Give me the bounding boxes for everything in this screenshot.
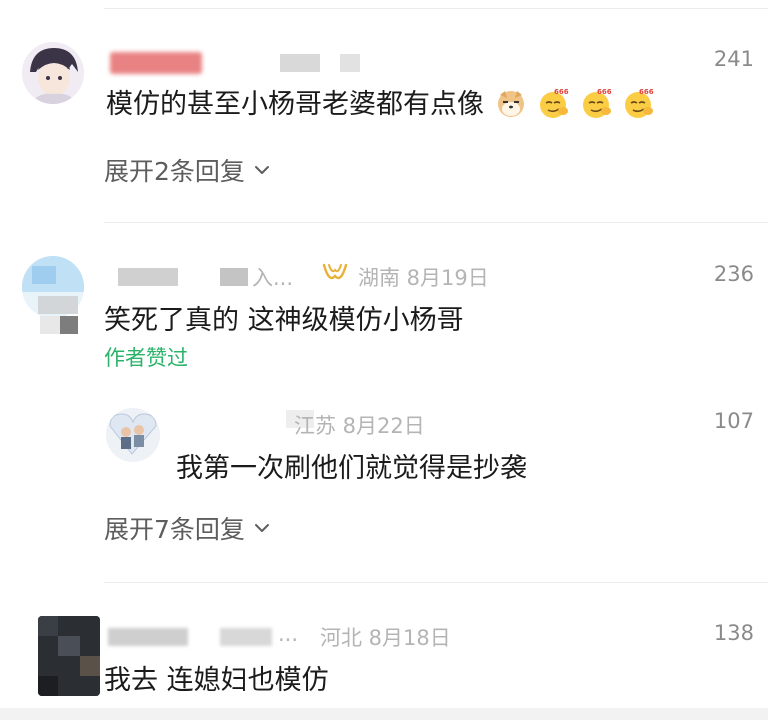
comment-3-text: 我去 连媳妇也模仿: [104, 665, 329, 696]
comment-2-username-redacted-1[interactable]: [118, 268, 178, 286]
comment-2-location-date: 湖南 8月19日: [358, 266, 489, 290]
fan-badge-icon: [322, 263, 348, 280]
comment-2-like-count: 236: [713, 262, 754, 286]
comment-3-username-redacted-1[interactable]: [108, 628, 188, 646]
comment-2-username-tail: 入...: [252, 266, 294, 290]
smirk-666-emoji-icon: 666: [540, 88, 569, 118]
avatar-dark-mosaic-image: [38, 616, 100, 696]
comment-3-avatar[interactable]: [38, 616, 100, 696]
comment-3-username-tail: ...: [278, 622, 299, 646]
smirk-666-emoji-icon: 666: [625, 88, 654, 118]
comment-2-mosaic-3: [40, 316, 60, 334]
comment-1-username-redacted[interactable]: [110, 52, 202, 74]
author-liked-badge: 作者赞过: [104, 346, 188, 370]
comment-divider-1: [104, 222, 768, 223]
comment-3-location-date: 河北 8月18日: [320, 626, 451, 650]
avatar-family-photo-image: [106, 408, 160, 462]
comment-1-text: 模仿的甚至小杨哥老婆都有点像 666 666 666: [106, 82, 654, 121]
comment-3-like-count: 138: [713, 621, 754, 645]
comment-2-username-redacted-2[interactable]: [220, 268, 248, 286]
comment-1-like-count: 241: [713, 47, 754, 71]
comment-3-username-redacted-2[interactable]: [220, 628, 272, 646]
bottom-bar: [0, 708, 768, 720]
comment-1-text-body: 模仿的甚至小杨哥老婆都有点像: [106, 89, 484, 120]
reply-like-count: 107: [713, 409, 754, 433]
comment-1-expand-replies-button[interactable]: 展开2条回复: [104, 152, 271, 188]
avatar-anime-image: [22, 42, 84, 104]
comment-2-expand-label: 展开7条回复: [104, 515, 245, 544]
comment-1-expand-label: 展开2条回复: [104, 157, 245, 186]
reply-avatar[interactable]: [106, 408, 160, 462]
svg-text:666: 666: [597, 88, 612, 96]
shiba-dog-emoji-icon: [497, 91, 524, 117]
comment-divider-2: [104, 582, 768, 583]
comment-2-mosaic-2: [60, 316, 78, 334]
reply-location-date: 江苏 8月22日: [294, 414, 425, 438]
comment-1-avatar[interactable]: [22, 42, 84, 104]
comment-1-badge-redacted-1: [280, 54, 320, 72]
chevron-down-icon: [254, 166, 269, 174]
chevron-down-icon: [254, 524, 269, 532]
comment-2-text: 笑死了真的 这神级模仿小杨哥: [104, 305, 464, 336]
comment-2-expand-replies-button[interactable]: 展开7条回复: [104, 510, 271, 546]
svg-text:666: 666: [639, 88, 654, 96]
reply-text: 我第一次刷他们就觉得是抄袭: [176, 453, 527, 484]
comment-1-badge-redacted-2: [340, 54, 360, 72]
smirk-666-emoji-icon: 666: [582, 88, 612, 118]
svg-text:666: 666: [554, 88, 569, 96]
comment-2-mosaic-1: [38, 296, 78, 314]
top-divider: [104, 8, 768, 9]
